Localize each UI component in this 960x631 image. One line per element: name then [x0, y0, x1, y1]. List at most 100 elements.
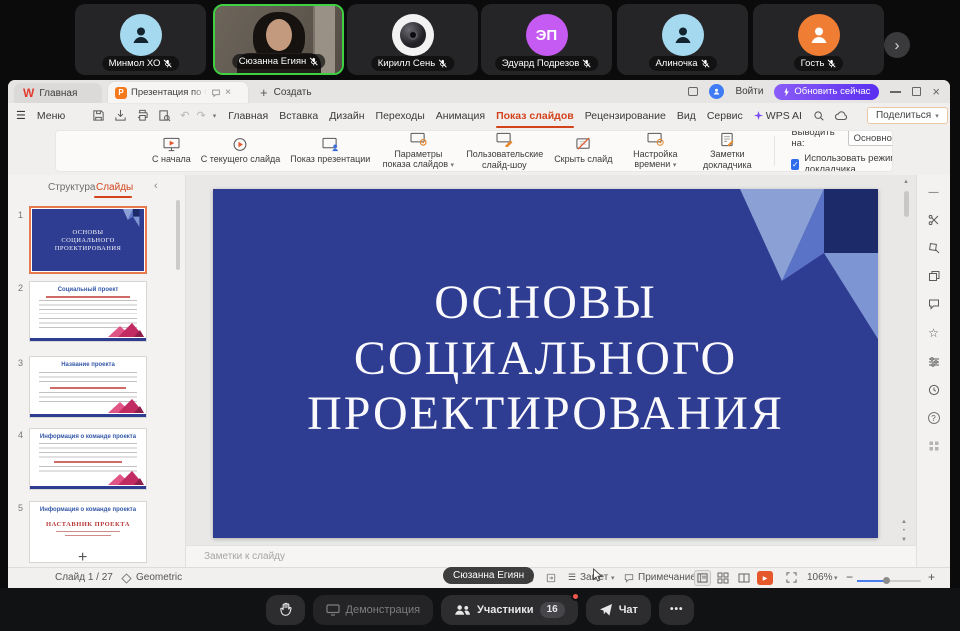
slideshow-ribbon: С начала С текущего слайда Показ презент… — [55, 130, 893, 172]
chat-button[interactable]: Чат — [586, 595, 651, 625]
participant-tile-speaking[interactable]: Сюзанна Егиян — [213, 4, 344, 75]
minimize-button[interactable] — [890, 91, 901, 93]
panel-scrollbar[interactable] — [176, 200, 180, 270]
display-target-select[interactable]: Основно... ▾ — [848, 130, 893, 146]
export-icon[interactable] — [114, 109, 127, 122]
notification-dot — [571, 592, 580, 601]
scroll-up-icon[interactable]: ▲ — [903, 179, 909, 185]
from-current-slide-button[interactable]: С текущего слайда — [201, 137, 281, 164]
slide-nav-buttons[interactable]: ▲ • ▼ — [901, 519, 907, 543]
window-manage-icon[interactable] — [688, 87, 698, 96]
history-icon[interactable] — [928, 384, 940, 396]
add-slide-button[interactable]: + — [78, 549, 87, 567]
slide-thumbnail-1-selected[interactable]: ОСНОВЫ СОЦИАЛЬНОГО ПРОЕКТИРОВАНИЯ — [29, 206, 147, 274]
participant-tile[interactable]: Минмол ХО — [75, 4, 206, 75]
collapse-panel-icon[interactable]: ‹ — [154, 180, 158, 192]
normal-view-button-active[interactable] — [694, 570, 711, 586]
participant-tile[interactable]: Алиночка — [617, 4, 748, 75]
settings-sliders-icon[interactable] — [928, 356, 940, 368]
comment-bubble-icon[interactable] — [211, 88, 221, 98]
menu-item-home[interactable]: Главная — [228, 110, 268, 122]
notes-lines-icon[interactable]: ☰ — [568, 572, 576, 583]
slide-thumbnail-3[interactable]: Название проекта — [29, 356, 147, 418]
notes-area[interactable]: Заметки к слайду — [186, 545, 916, 567]
menu-item-transitions[interactable]: Переходы — [376, 110, 425, 122]
from-start-button[interactable]: С начала — [152, 137, 191, 164]
help-icon[interactable]: ? — [928, 412, 940, 424]
comment-icon[interactable] — [624, 573, 634, 583]
rehearse-timing-button[interactable]: Настройка времени ▾ — [624, 132, 686, 170]
search-icon[interactable] — [813, 110, 825, 122]
hamburger-icon[interactable]: ☰ — [16, 109, 26, 122]
participant-tile[interactable]: Кирилл Сень — [347, 4, 478, 75]
close-tab-icon[interactable]: × — [225, 87, 231, 98]
menu-item-slideshow-active[interactable]: Показ слайдов — [496, 110, 574, 122]
undo-icon[interactable]: ↶ — [180, 109, 189, 122]
tab-home[interactable]: W Главная — [14, 83, 102, 103]
comment-button[interactable]: Примечание — [638, 572, 696, 583]
zoom-out-button[interactable]: − — [846, 570, 853, 584]
slide-thumbnail-5[interactable]: Информация о команде проекта НАСТАВНИК П… — [29, 501, 147, 563]
tab-structure[interactable]: Структура — [48, 182, 95, 193]
print-preview-icon[interactable] — [158, 109, 171, 122]
chevron-down-icon[interactable]: ▾ — [834, 574, 838, 582]
zoom-in-button[interactable]: + — [928, 570, 935, 584]
more-actions-button[interactable]: ••• — [659, 595, 695, 625]
login-button[interactable]: Войти — [735, 86, 763, 97]
layers-icon[interactable] — [928, 270, 940, 282]
participant-tile[interactable]: Гость — [753, 4, 884, 75]
slide-thumbnail-4[interactable]: Информация о команде проекта — [29, 428, 147, 490]
chevron-down-icon[interactable]: ▾ — [213, 112, 217, 120]
participants-button[interactable]: Участники 16 — [441, 595, 578, 625]
menu-item-insert[interactable]: Вставка — [279, 110, 318, 122]
restore-button[interactable] — [912, 87, 921, 96]
participant-tile[interactable]: ЭП Эдуард Подрезов — [481, 4, 612, 75]
redo-icon[interactable]: ↷ — [196, 109, 205, 122]
fullscreen-icon[interactable] — [786, 572, 797, 583]
menu-item-design[interactable]: Дизайн — [329, 110, 364, 122]
new-tab-button[interactable]: + Создать — [260, 83, 312, 101]
menu-button[interactable]: Меню — [37, 110, 65, 122]
smart-tools-icon[interactable] — [928, 214, 940, 226]
next-participants-button[interactable]: › — [884, 32, 910, 58]
close-button[interactable]: × — [932, 85, 940, 98]
update-now-button[interactable]: Обновить сейчас — [774, 84, 879, 100]
share-button[interactable]: Поделиться ▾ — [867, 107, 948, 124]
tab-document-active[interactable]: P Презентация по Социальн × — [108, 82, 248, 103]
account-avatar[interactable] — [709, 84, 724, 99]
slideshow-play-button[interactable]: ▶ — [757, 571, 773, 585]
tab-slides-active[interactable]: Слайды — [96, 182, 133, 193]
current-slide[interactable]: ОСНОВЫ СОЦИАЛЬНОГО ПРОЕКТИРОВАНИЯ — [213, 189, 878, 538]
favorites-icon[interactable]: ☆ — [928, 326, 939, 340]
print-icon[interactable] — [136, 109, 149, 122]
save-icon[interactable] — [92, 109, 105, 122]
slide-thumbnail-2[interactable]: Социальный проект — [29, 281, 147, 342]
theme-name[interactable]: Geometric — [136, 572, 182, 583]
custom-slideshow-button[interactable]: Пользовательские слайд-шоу — [466, 132, 542, 170]
chevron-down-icon[interactable]: ▾ — [611, 574, 615, 582]
screen-share-button[interactable]: Демонстрация — [313, 595, 434, 625]
presenter-mode-checkbox[interactable]: ✓ — [791, 159, 799, 170]
mode-switch-icon[interactable] — [546, 573, 556, 583]
comment-panel-icon[interactable] — [928, 298, 940, 310]
menu-item-tools[interactable]: Сервис — [707, 110, 743, 122]
design-tools-icon[interactable] — [928, 242, 940, 254]
zoom-slider[interactable] — [857, 580, 921, 582]
menu-item-animation[interactable]: Анимация — [436, 110, 485, 122]
zoom-level[interactable]: 106% — [807, 572, 833, 583]
slideshow-options-button[interactable]: Параметры показа слайдов ▾ — [380, 132, 456, 170]
canvas-scrollbar[interactable] — [904, 191, 909, 217]
apps-grid-icon[interactable] — [928, 440, 940, 452]
raise-hand-button[interactable] — [266, 595, 305, 625]
menu-item-wps-ai[interactable]: WPS AI — [754, 110, 802, 122]
slide-sorter-view-button[interactable] — [717, 572, 729, 584]
show-presentation-button[interactable]: Показ презентации — [290, 137, 370, 164]
reading-view-button[interactable] — [738, 572, 750, 584]
cloud-sync-icon[interactable] — [834, 110, 848, 121]
participant-name-badge: Алиночка — [648, 56, 716, 71]
speaker-notes-button[interactable]: Заметки докладчика — [696, 132, 758, 170]
menu-item-view[interactable]: Вид — [677, 110, 696, 122]
hide-slide-button[interactable]: Скрыть слайд — [552, 137, 614, 164]
menu-item-review[interactable]: Рецензирование — [585, 110, 666, 122]
collapse-rail-icon[interactable]: — — [929, 187, 939, 198]
